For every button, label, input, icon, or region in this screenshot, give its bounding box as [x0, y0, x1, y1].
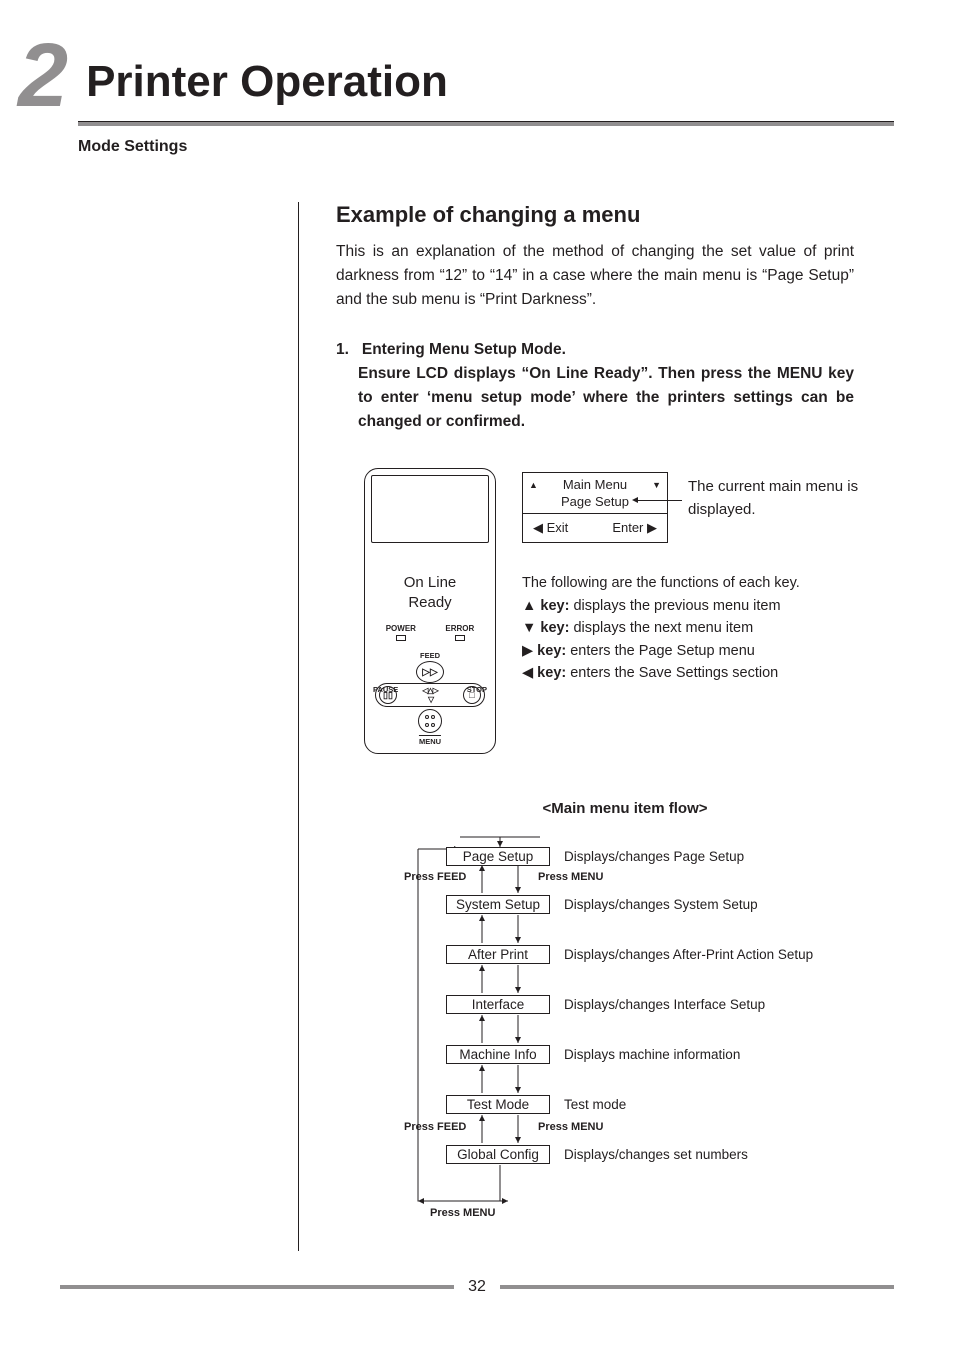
flow-desc: Displays/changes Page Setup: [564, 849, 744, 864]
printer-status-line1: On Line: [371, 573, 489, 593]
flow-desc: Displays/changes After-Print Action Setu…: [564, 947, 813, 962]
up-arrow-icon: ▲: [529, 480, 538, 490]
key-functions-intro: The following are the functions of each …: [522, 572, 862, 594]
key-func-row: ◀ key: enters the Save Settings section: [522, 662, 862, 684]
feed-label: FEED: [420, 651, 440, 660]
lcd-display: ▲ Main Menu ▼ Page Setup ◀ Exit Enter ▶: [522, 472, 668, 543]
leader-arrow-icon: [638, 500, 682, 501]
key-functions: The following are the functions of each …: [522, 572, 862, 684]
press-menu-label: Press MENU: [538, 1121, 603, 1133]
chapter-title: Printer Operation: [86, 57, 448, 107]
flow-desc: Displays machine information: [564, 1047, 740, 1062]
error-led-icon: [455, 635, 465, 641]
flow-desc: Displays/changes Interface Setup: [564, 997, 765, 1012]
flow-box: System Setup: [446, 895, 550, 914]
step-number: 1.: [336, 341, 349, 358]
footer-rule: [500, 1285, 894, 1289]
key-func-row: ▶ key: enters the Page Setup menu: [522, 640, 862, 662]
section-title: Example of changing a menu: [336, 202, 854, 228]
feed-button-icon: ▷▷: [416, 661, 444, 683]
flow-box: Page Setup: [446, 847, 550, 866]
lcd-main-menu: Main Menu: [563, 477, 627, 492]
lcd-submenu: Page Setup: [529, 494, 661, 509]
error-label: ERROR: [445, 624, 474, 633]
flow-box: Test Mode: [446, 1095, 550, 1114]
header-subtitle: Mode Settings: [78, 138, 894, 156]
flow-title: <Main menu item flow>: [396, 800, 854, 817]
down-arrow-icon: ▼: [652, 480, 661, 490]
menu-button-icon: [418, 709, 442, 733]
printer-status-line2: Ready: [371, 593, 489, 613]
header-rule: [78, 121, 894, 126]
printer-screen: [371, 475, 489, 543]
lcd-exit: ◀ Exit: [533, 520, 568, 536]
menu-flow-diagram: Page Setup Displays/changes Page Setup S…: [360, 831, 854, 1251]
menu-label: MENU: [419, 735, 441, 746]
section-intro: This is an explanation of the method of …: [336, 240, 854, 312]
flow-box: Machine Info: [446, 1045, 550, 1064]
flow-desc: Displays/changes set numbers: [564, 1147, 748, 1162]
flow-box: After Print: [446, 945, 550, 964]
lcd-enter: Enter ▶: [612, 520, 657, 536]
stop-button-icon: □: [463, 686, 481, 704]
step-body: Ensure LCD displays “On Line Ready”. The…: [358, 362, 854, 434]
step-list: 1. Entering Menu Setup Mode. Ensure LCD …: [336, 338, 854, 434]
page-number: 32: [468, 1278, 486, 1296]
flow-box: Global Config: [446, 1145, 550, 1164]
power-label: POWER: [386, 624, 416, 633]
flow-box: Interface: [446, 995, 550, 1014]
power-led-icon: [396, 635, 406, 641]
page-header: 2 Printer Operation Mode Settings: [0, 0, 954, 156]
footer-rule: [60, 1285, 454, 1289]
figure-area: On Line Ready POWER ERROR FEED ▷▷ PA: [336, 468, 854, 788]
pause-button-icon: ▯▯: [379, 686, 397, 704]
page-footer: 32: [60, 1278, 894, 1296]
flow-connectors: [360, 831, 880, 1251]
printer-diagram: On Line Ready POWER ERROR FEED ▷▷ PA: [364, 468, 496, 754]
press-menu-label: Press MENU: [430, 1207, 495, 1219]
flow-desc: Test mode: [564, 1097, 626, 1112]
key-func-row: ▼ key: displays the next menu item: [522, 617, 862, 639]
key-func-row: ▲ key: displays the previous menu item: [522, 595, 862, 617]
press-menu-label: Press MENU: [538, 871, 603, 883]
chapter-number: 2: [18, 40, 68, 112]
step-title: Entering Menu Setup Mode.: [362, 341, 566, 358]
dpad-icon: ◁△▷ ▽: [422, 686, 437, 704]
press-feed-label: Press FEED: [404, 871, 466, 883]
lcd-caption: The current main menu is displayed.: [688, 476, 868, 521]
margin-rule: [298, 202, 299, 1251]
flow-desc: Displays/changes System Setup: [564, 897, 758, 912]
control-pill: ▯▯ ◁△▷ ▽ □: [375, 683, 485, 707]
press-feed-label: Press FEED: [404, 1121, 466, 1133]
